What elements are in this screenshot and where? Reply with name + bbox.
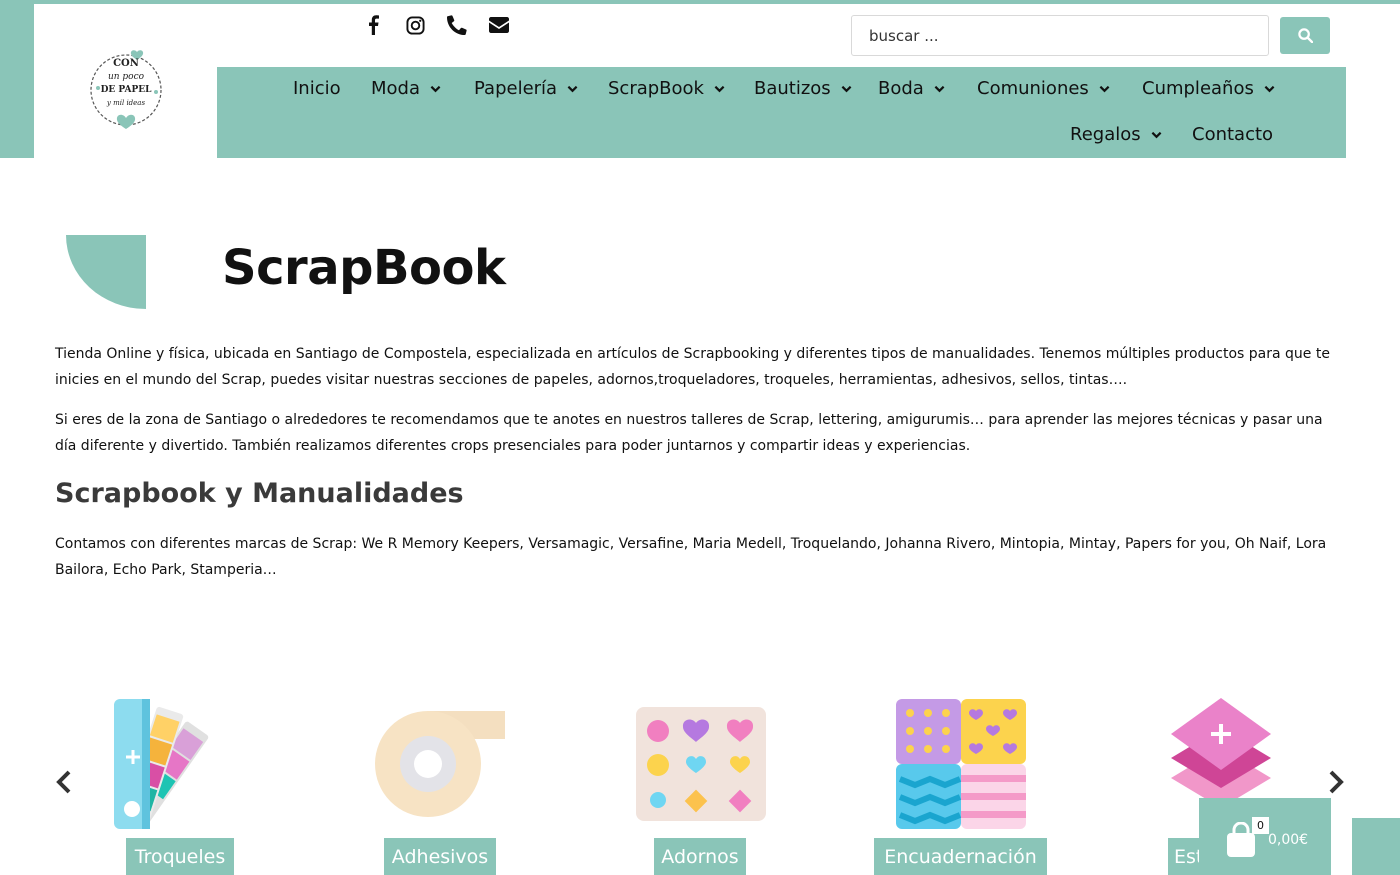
logo-text-2: un poco	[108, 72, 145, 82]
nav-item-scrapbook[interactable]: ScrapBook	[608, 78, 725, 99]
section-subtitle: Scrapbook y Manualidades	[55, 478, 464, 509]
search-icon	[1297, 28, 1313, 43]
cart-total: 0,00€	[1268, 832, 1309, 848]
category-label-encuadernacion[interactable]: Encuadernación	[874, 838, 1047, 875]
nav-item-label: Papelería	[474, 78, 558, 99]
tape-roll-icon[interactable]	[375, 711, 505, 817]
chevron-down-icon	[934, 85, 945, 92]
phone-icon[interactable]	[446, 14, 468, 36]
nav-item-moda[interactable]: Moda	[371, 78, 441, 99]
chevron-left-icon	[56, 770, 71, 794]
nav-item-label: Contacto	[1192, 124, 1274, 145]
chevron-down-icon	[1151, 131, 1162, 138]
category-label-adhesivos[interactable]: Adhesivos	[384, 838, 496, 875]
chevron-down-icon	[841, 85, 852, 92]
layers-icon[interactable]	[1171, 698, 1271, 808]
intro-paragraph: Tienda Online y física, ubicada en Santi…	[55, 346, 1330, 388]
nav-item-label: Moda	[371, 78, 420, 99]
cart-widget[interactable]	[1199, 798, 1331, 875]
carousel-next-button[interactable]	[1326, 770, 1346, 794]
nav-item-label: Boda	[878, 78, 924, 99]
nav-item-regalos[interactable]: Regalos	[1070, 124, 1162, 145]
header-left-band	[0, 4, 34, 158]
envelope-icon[interactable]	[488, 14, 510, 36]
chevron-down-icon	[714, 85, 725, 92]
nav-item-boda[interactable]: Boda	[878, 78, 945, 99]
site-logo[interactable]: CON un poco DE PAPEL y mil ideas	[86, 48, 166, 132]
workshops-paragraph: Si eres de la zona de Santiago o alreded…	[55, 412, 1323, 454]
color-swatch-icon[interactable]	[114, 699, 246, 829]
nav-item-contacto[interactable]: Contacto	[1192, 124, 1273, 145]
instagram-icon[interactable]	[404, 14, 426, 36]
decorative-quarter-circle	[66, 235, 146, 309]
nav-item-label: ScrapBook	[608, 78, 704, 99]
nav-item-comuniones[interactable]: Comuniones	[977, 78, 1110, 99]
chevron-down-icon	[1264, 85, 1275, 92]
nav-item-papeleria[interactable]: Papelería	[474, 78, 578, 99]
page-title: ScrapBook	[222, 240, 506, 296]
category-label-adornos[interactable]: Adornos	[654, 838, 746, 875]
chevron-down-icon	[1099, 85, 1110, 92]
nav-item-cumpleanos[interactable]: Cumpleaños	[1142, 78, 1275, 99]
nav-item-bautizos[interactable]: Bautizos	[754, 78, 852, 99]
nav-item-label: Cumpleaños	[1142, 78, 1254, 99]
nav-item-label: Comuniones	[977, 78, 1089, 99]
paper-patterns-icon[interactable]	[896, 699, 1026, 829]
stickers-icon[interactable]	[636, 707, 766, 821]
logo-text-1: CON	[113, 58, 139, 69]
facebook-icon[interactable]	[362, 14, 384, 36]
decorative-corner-block	[1352, 818, 1400, 875]
nav-item-label: Regalos	[1070, 124, 1141, 145]
search-button[interactable]	[1280, 17, 1330, 54]
chevron-right-icon	[1329, 770, 1344, 794]
brands-paragraph: Contamos con diferentes marcas de Scrap:…	[55, 536, 1327, 578]
carousel-prev-button[interactable]	[54, 770, 74, 794]
cart-count-badge: 0	[1252, 817, 1269, 834]
social-links	[362, 14, 510, 36]
chevron-down-icon	[430, 85, 441, 92]
nav-item-label: Bautizos	[754, 78, 831, 99]
logo-text-4: y mil ideas	[106, 99, 146, 107]
search-input[interactable]	[851, 15, 1269, 56]
nav-item-label: Inicio	[293, 78, 341, 99]
category-label-troqueles[interactable]: Troqueles	[126, 838, 234, 875]
main-navigation: Inicio Moda Papelería ScrapBook Bautizos…	[217, 67, 1346, 158]
logo-text-3: DE PAPEL	[101, 85, 153, 95]
chevron-down-icon	[567, 85, 578, 92]
nav-item-inicio[interactable]: Inicio	[293, 78, 341, 99]
